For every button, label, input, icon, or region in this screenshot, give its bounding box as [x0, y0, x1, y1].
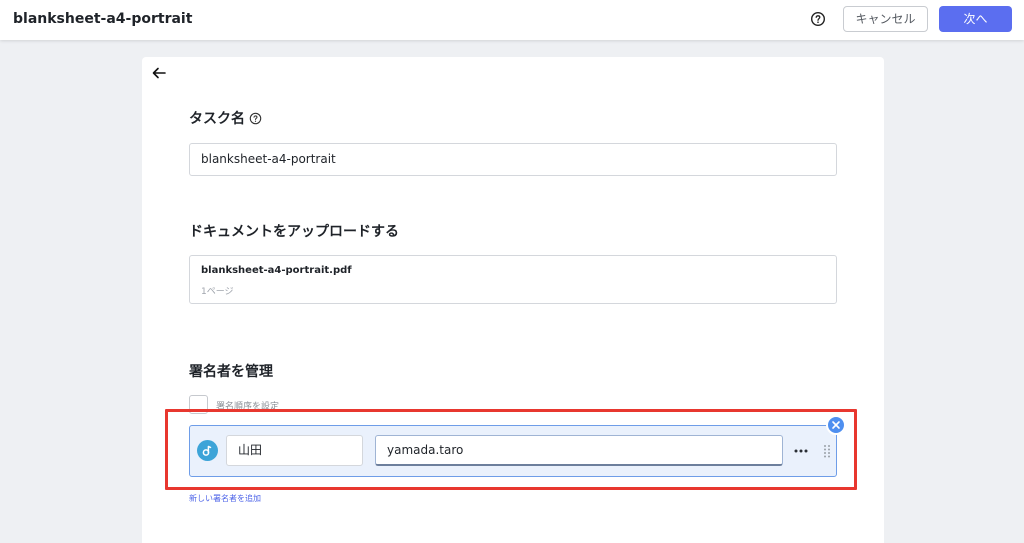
help-icon[interactable]	[810, 11, 826, 27]
uploaded-file-card[interactable]: blanksheet-a4-portrait.pdf 1ページ	[189, 255, 837, 304]
signing-order-checkbox[interactable]	[189, 395, 208, 414]
back-arrow-icon[interactable]	[152, 67, 166, 79]
document-title: blanksheet-a4-portrait	[13, 11, 193, 27]
signer-name-input[interactable]: 山田	[226, 435, 363, 466]
signer-email-input[interactable]: yamada.taro	[375, 435, 783, 466]
file-page-count: 1ページ	[201, 287, 234, 297]
task-name-title: タスク名	[189, 111, 245, 127]
add-signer-link[interactable]: 新しい署名者を追加	[189, 493, 261, 504]
drag-handle-icon[interactable]	[823, 444, 831, 458]
close-icon[interactable]	[826, 415, 846, 435]
task-name-input[interactable]: blanksheet-a4-portrait	[189, 143, 837, 176]
task-name-heading: タスク名	[189, 108, 262, 128]
cancel-button[interactable]: キャンセル	[843, 6, 928, 32]
signing-order-label: 署名順序を設定	[216, 402, 280, 412]
signer-avatar-icon	[197, 440, 218, 461]
help-icon[interactable]	[249, 112, 262, 125]
top-bar: blanksheet-a4-portrait キャンセル 次へ	[0, 0, 1024, 40]
upload-heading: ドキュメントをアップロードする	[189, 224, 399, 240]
file-name: blanksheet-a4-portrait.pdf	[201, 265, 352, 276]
next-button[interactable]: 次へ	[939, 6, 1012, 32]
signers-heading: 署名者を管理	[189, 364, 273, 380]
more-icon[interactable]	[793, 446, 809, 456]
